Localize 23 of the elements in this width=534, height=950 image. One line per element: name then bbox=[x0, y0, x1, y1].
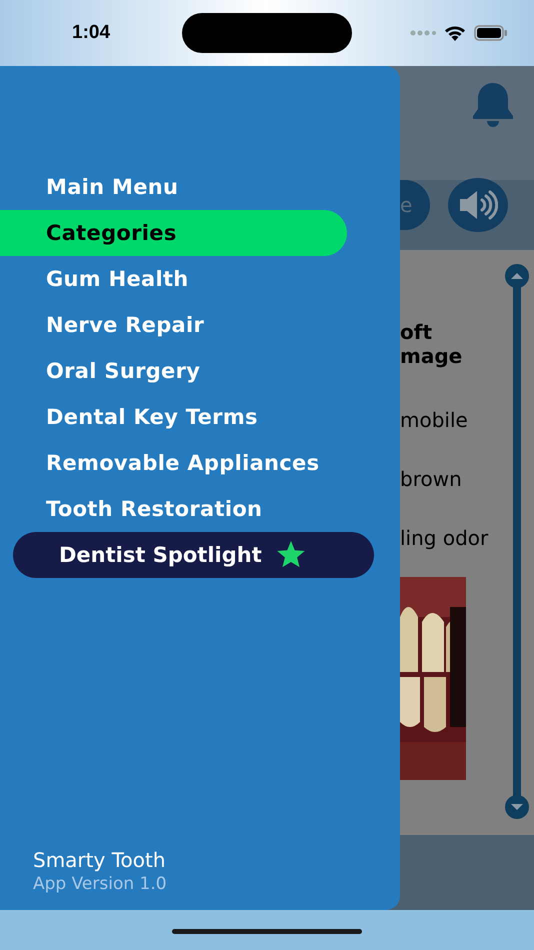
menu-item[interactable]: Nerve Repair bbox=[0, 302, 360, 348]
speaker-icon bbox=[458, 189, 498, 221]
menu-item[interactable]: Oral Surgery bbox=[0, 348, 360, 394]
description-text: mage bbox=[400, 344, 464, 368]
status-time: 1:04 bbox=[72, 22, 112, 44]
star-icon bbox=[276, 541, 306, 569]
spotlight-button[interactable]: Dentist Spotlight bbox=[13, 532, 374, 578]
wifi-icon bbox=[444, 25, 466, 41]
menu-item[interactable]: Tooth Restoration bbox=[0, 486, 360, 532]
menu-item[interactable]: Categories bbox=[0, 210, 347, 256]
app-name: Smarty Tooth bbox=[33, 848, 166, 872]
spotlight-label: Dentist Spotlight bbox=[59, 543, 262, 567]
menu-item[interactable]: Gum Health bbox=[0, 256, 360, 302]
battery-icon bbox=[474, 25, 508, 41]
menu-item[interactable]: Main Menu bbox=[0, 164, 360, 210]
description-text: oft bbox=[400, 320, 434, 344]
menu-item[interactable]: Dental Key Terms bbox=[0, 394, 360, 440]
signal-icon bbox=[410, 30, 436, 36]
bullet-text: mobile bbox=[400, 408, 468, 432]
bullet-text: brown bbox=[400, 467, 462, 491]
menu-item[interactable]: Removable Appliances bbox=[0, 440, 360, 486]
app-version: App Version 1.0 bbox=[33, 874, 168, 894]
bullet-text: ling odor bbox=[400, 526, 488, 550]
